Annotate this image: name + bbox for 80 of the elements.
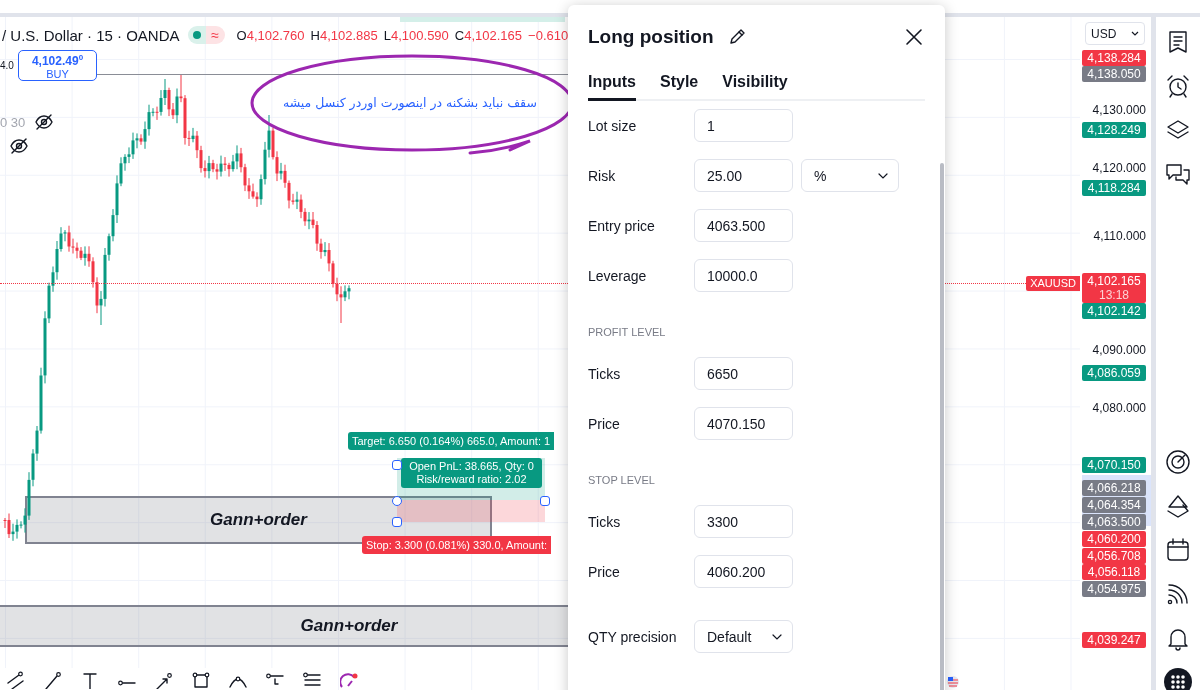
dropdown[interactable]: %: [801, 159, 899, 192]
text-field[interactable]: 3300: [694, 505, 793, 538]
close-icon[interactable]: [905, 28, 923, 46]
gauge-icon[interactable]: [340, 672, 358, 688]
price-value: 4,102.165: [1087, 274, 1141, 288]
field-label: QTY precision: [588, 628, 678, 645]
dropdown[interactable]: Default: [694, 620, 793, 653]
price-tag: 4,039.247: [1082, 632, 1146, 648]
price-change: −0.610: [528, 27, 569, 43]
dialog-title: Long position: [588, 25, 714, 49]
tab[interactable]: Inputs: [588, 66, 636, 101]
resize-handle[interactable]: [392, 460, 402, 470]
chevron-down-icon: [878, 172, 888, 179]
channel-icon[interactable]: [6, 671, 26, 689]
ohlc-value: 4,102.165: [464, 27, 523, 43]
stats-text: Risk/reward ratio: 2.02: [416, 473, 527, 486]
price-tag: 4,138.050: [1082, 66, 1146, 82]
price-tag: 4,060.200: [1082, 531, 1146, 547]
rectangle-icon[interactable]: [191, 671, 211, 689]
zone-label: Gann+order: [300, 616, 398, 636]
target-label: Target: 6.650 (0.164%) 665.0, Amount: 1: [348, 432, 555, 450]
field-label: Entry price: [588, 217, 656, 234]
price-tick-label: 4,130.000: [1092, 102, 1146, 118]
chevron-down-icon: [1131, 31, 1139, 36]
price-tag: 4,066.218: [1082, 480, 1146, 496]
price-tag: 4,070.150: [1082, 457, 1146, 473]
text-field[interactable]: 1: [694, 109, 793, 142]
target-icon[interactable]: [1164, 448, 1192, 476]
symbol-tag: XAUUSD: [1026, 276, 1080, 291]
text-field[interactable]: 4060.200: [694, 555, 793, 588]
scrollbar[interactable]: [940, 163, 944, 690]
price-tag: 4,128.249: [1082, 122, 1146, 138]
price-tag: 4,063.500: [1082, 514, 1146, 530]
field-label: Lot size: [588, 117, 638, 134]
price-tick-label: 4,110.000: [1093, 228, 1146, 244]
price-tag: 4,056.118: [1082, 564, 1146, 580]
stats-text: Open PnL: 38.665, Qty: 0: [409, 460, 534, 473]
line-icon[interactable]: [43, 671, 63, 689]
countdown-text: 13:18: [1099, 288, 1129, 302]
section-heading: PROFIT LEVEL: [588, 325, 667, 340]
arrow-icon[interactable]: [154, 671, 174, 689]
flag-icon: [947, 676, 959, 688]
apps-icon[interactable]: [1164, 668, 1192, 690]
price-tag: 4,118.284: [1082, 180, 1146, 196]
price-tick-label: 4,090.000: [1092, 342, 1146, 358]
price-tag: 4,056.708: [1082, 548, 1146, 564]
text-field[interactable]: 10000.0: [694, 259, 793, 292]
field-label: Risk: [588, 167, 617, 184]
field-label: Price: [588, 415, 621, 432]
chevron-down-icon: [772, 633, 782, 640]
price-tag: 4,064.354: [1082, 497, 1146, 513]
text-field[interactable]: 4070.150: [694, 407, 793, 440]
pencil-icon[interactable]: [727, 28, 746, 46]
resize-handle[interactable]: [540, 496, 550, 506]
stop-label: Stop: 3.300 (0.081%) 330.0, Amount:: [362, 536, 551, 554]
text-tool-icon[interactable]: [80, 671, 100, 689]
field-label: Leverage: [588, 267, 648, 284]
ohlc-letter: C: [454, 27, 465, 43]
tab[interactable]: Style: [660, 66, 699, 101]
price-tick-label: 4,120.000: [1092, 160, 1146, 176]
price-tick-label: 4,080.000: [1092, 400, 1146, 416]
text-field[interactable]: 25.00: [694, 159, 793, 192]
currency-dropdown[interactable]: USD: [1085, 22, 1145, 45]
price-tag: 4,086.059: [1082, 365, 1146, 381]
tab[interactable]: Visibility: [722, 66, 788, 101]
price-tag: 4,054.975: [1082, 581, 1146, 597]
section-heading: STOP LEVEL: [588, 473, 656, 488]
calendar-icon[interactable]: [1164, 536, 1192, 564]
ohlc-value: 4,100.590: [391, 27, 449, 43]
field-label: Price: [588, 563, 621, 580]
resize-handle[interactable]: [392, 517, 402, 527]
text-field[interactable]: 6650: [694, 357, 793, 390]
field-label: Ticks: [588, 365, 622, 382]
price-tag: 4,138.284: [1082, 50, 1146, 66]
field-label: Ticks: [588, 513, 622, 530]
stacked-lines-icon[interactable]: [302, 671, 322, 689]
price-tag: 4,102.142: [1082, 303, 1146, 319]
resize-handle[interactable]: [392, 496, 402, 506]
ohlc-letter: L: [383, 27, 391, 43]
text-field[interactable]: 4063.500: [694, 209, 793, 242]
